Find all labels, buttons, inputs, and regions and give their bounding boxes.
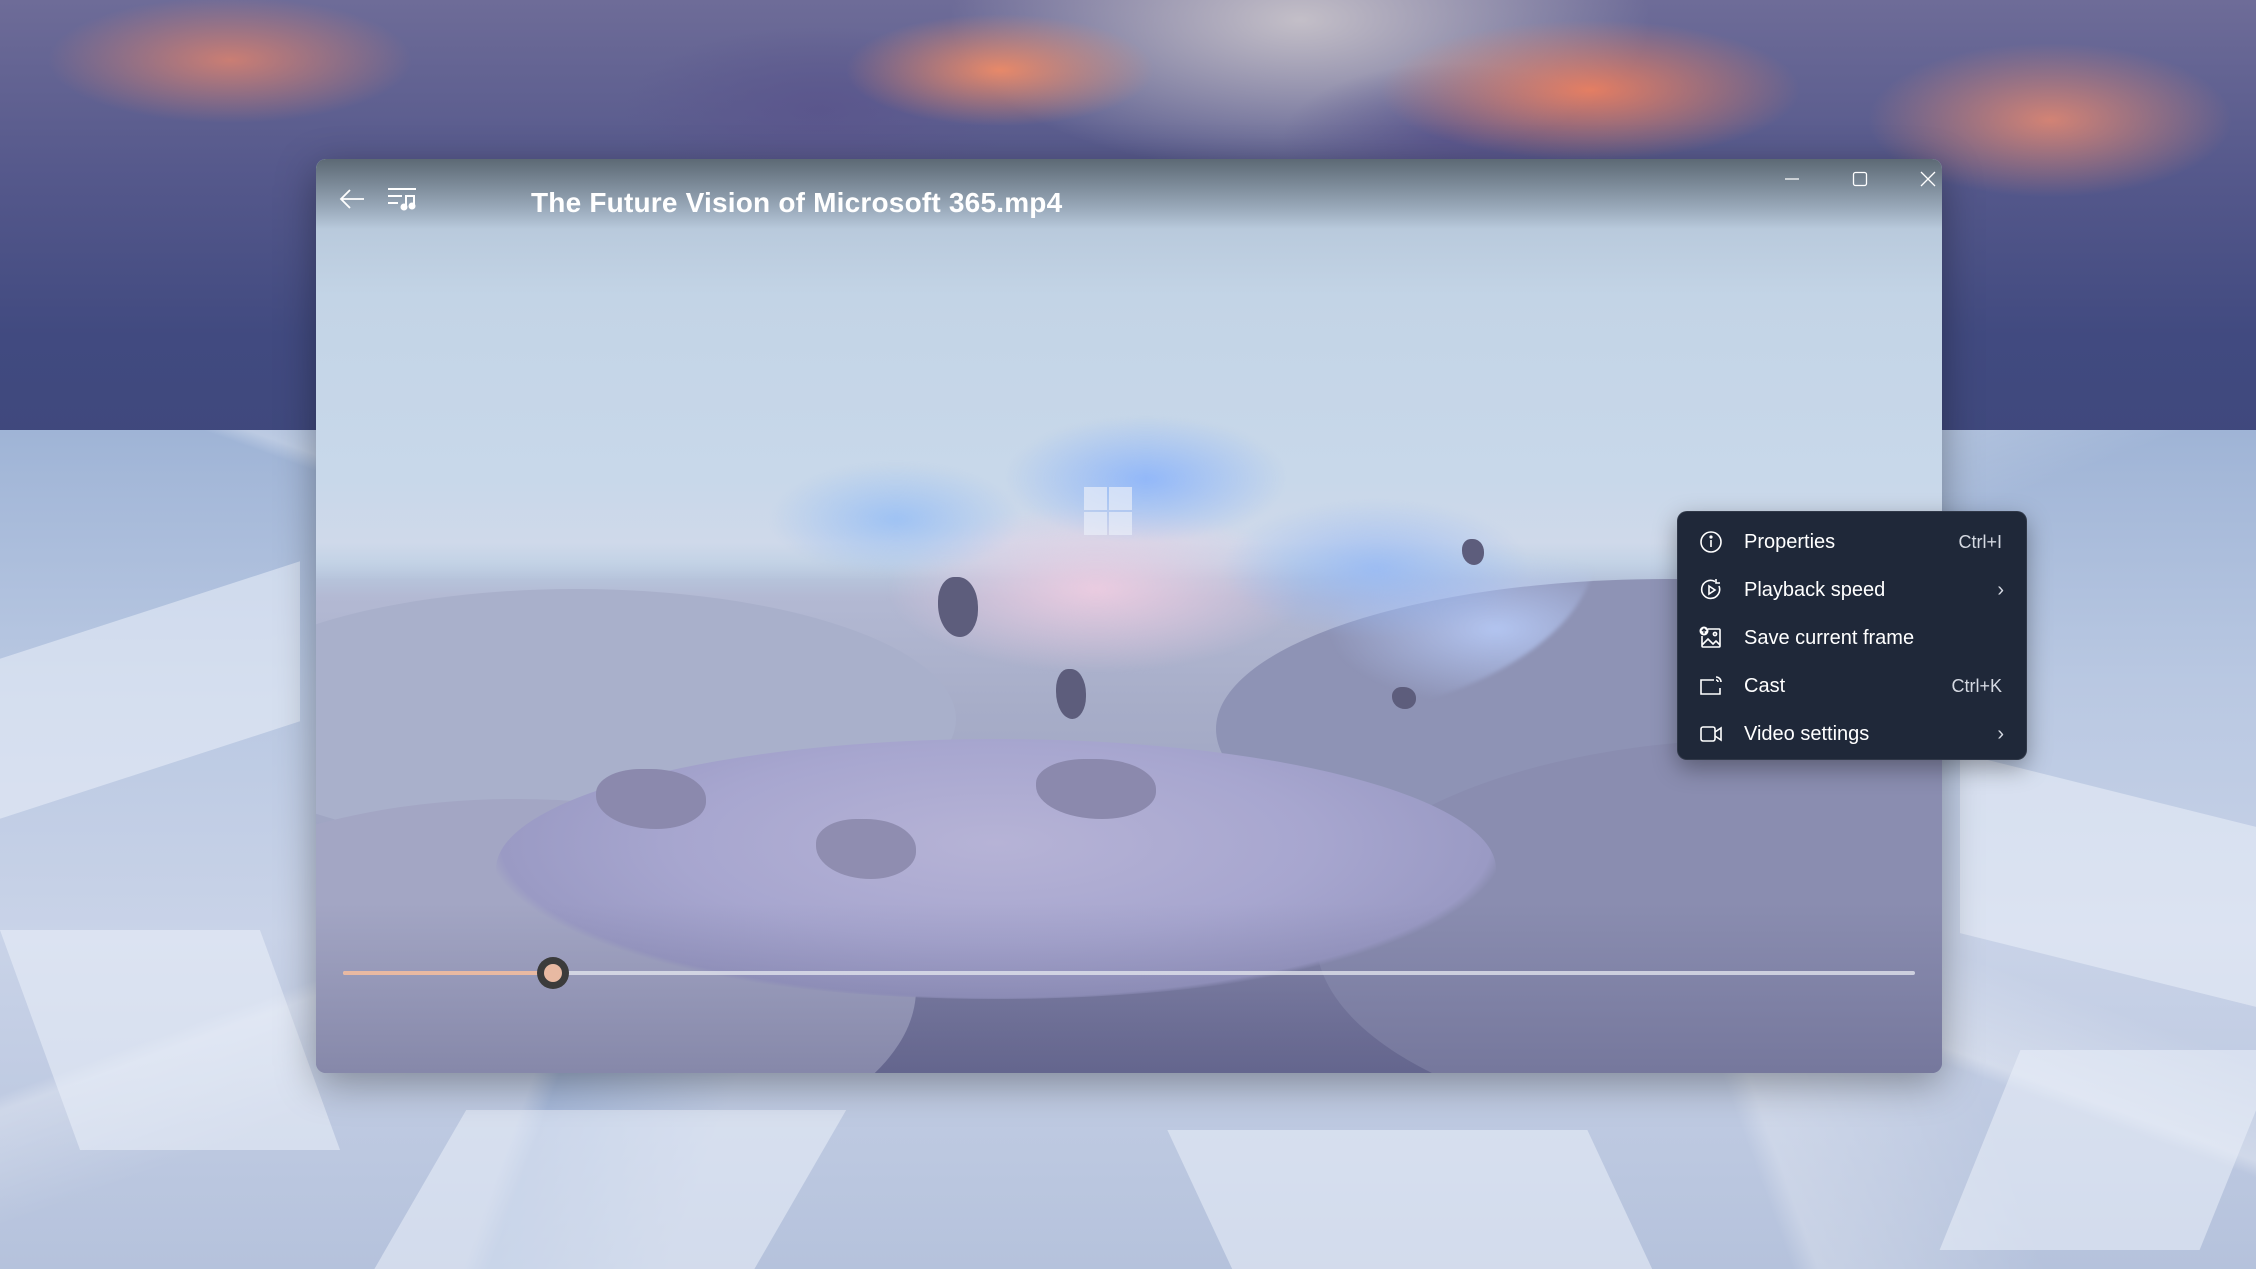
- chevron-right-icon: ›: [1997, 578, 2004, 601]
- menu-item-shortcut: Ctrl+K: [1951, 675, 2002, 696]
- menu-item-properties[interactable]: Properties Ctrl+I: [1678, 518, 2026, 566]
- seek-track: [343, 971, 1915, 975]
- close-icon: [1920, 171, 1936, 187]
- menu-item-cast[interactable]: Cast Ctrl+K: [1678, 662, 2026, 710]
- cast-icon: [1698, 673, 1724, 699]
- menu-item-video-settings[interactable]: Video settings ›: [1678, 710, 2026, 758]
- floating-rock: [1462, 539, 1484, 565]
- chevron-right-icon: ›: [1997, 722, 2004, 745]
- back-button[interactable]: [332, 179, 372, 219]
- floating-rock: [938, 577, 978, 637]
- ice-shard: [0, 930, 341, 1150]
- maximize-button[interactable]: [1837, 159, 1883, 199]
- more-options-menu: Properties Ctrl+I Playback speed › Save …: [1677, 511, 2027, 760]
- title-bar: The Future Vision of Microsoft 365.mp4: [316, 159, 1942, 229]
- ice-shard: [1167, 1130, 1653, 1269]
- ice-shard: [1939, 1050, 2256, 1250]
- playlist-button[interactable]: [382, 179, 422, 219]
- floating-rock: [1392, 687, 1416, 709]
- windows-logo: [1084, 487, 1132, 535]
- ice-shard: [373, 1110, 847, 1269]
- video-camera-icon: [1698, 721, 1724, 747]
- ice-shard: [0, 561, 300, 819]
- playlist-music-icon: [388, 188, 416, 211]
- seek-thumb[interactable]: [536, 957, 569, 989]
- menu-item-label: Playback speed: [1744, 578, 1886, 601]
- controls-overlay: [316, 903, 1942, 1073]
- video-title: The Future Vision of Microsoft 365.mp4: [531, 187, 1063, 218]
- seek-bar[interactable]: [343, 957, 1915, 989]
- maximize-icon: [1852, 171, 1868, 187]
- menu-item-playback-speed[interactable]: Playback speed ›: [1678, 566, 2026, 614]
- seek-progress-fill: [343, 971, 553, 975]
- menu-item-shortcut: Ctrl+I: [1958, 531, 2002, 552]
- playback-speed-icon: [1698, 577, 1724, 603]
- info-icon: [1698, 529, 1724, 555]
- menu-item-label: Cast: [1744, 674, 1786, 697]
- menu-item-save-current-frame[interactable]: Save current frame: [1678, 614, 2026, 662]
- ice-shard: [1960, 753, 2256, 1007]
- menu-item-label: Properties: [1744, 530, 1836, 553]
- menu-item-label: Video settings: [1744, 722, 1870, 745]
- close-button[interactable]: [1905, 159, 1942, 199]
- menu-item-label: Save current frame: [1744, 626, 1915, 649]
- back-arrow-icon: [339, 189, 364, 209]
- minimize-icon: [1785, 178, 1799, 180]
- floating-rock: [1056, 669, 1086, 719]
- minimize-button[interactable]: [1769, 159, 1815, 199]
- save-frame-icon: [1698, 625, 1724, 651]
